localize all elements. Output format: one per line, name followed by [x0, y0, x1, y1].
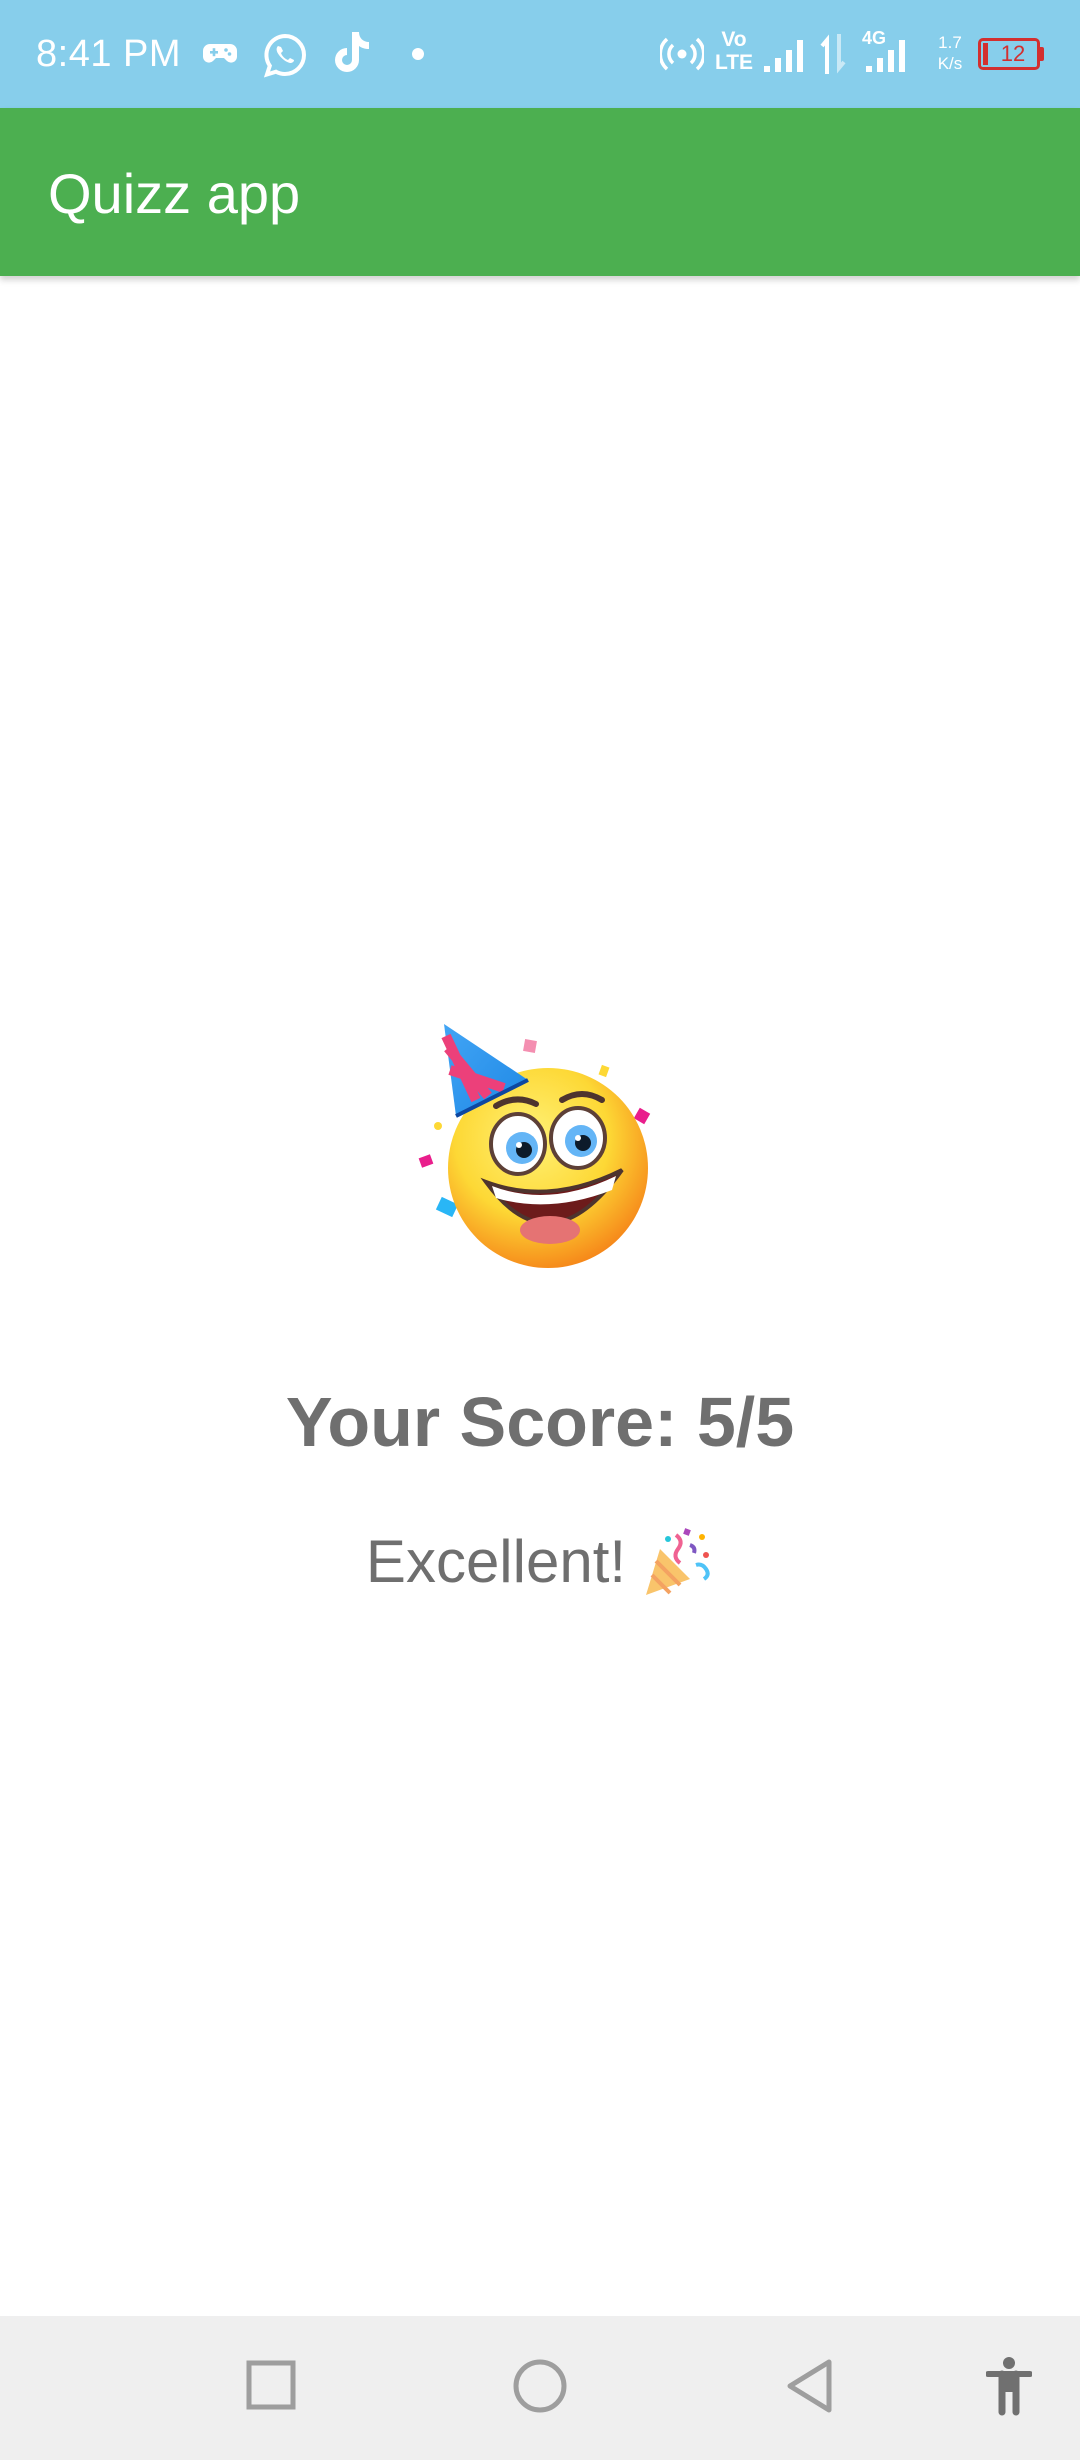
party-popper-icon — [646, 1528, 710, 1596]
result-message: Excellent! — [0, 1518, 1080, 1602]
recents-button[interactable] — [246, 2360, 296, 2410]
volte-icon: Vo LTE — [714, 28, 754, 78]
battery-icon: 12 — [978, 38, 1040, 70]
back-button[interactable] — [784, 2358, 834, 2414]
score-text: Your Score: 5/5 — [285, 1383, 795, 1461]
battery-level-fill — [983, 43, 988, 65]
app-bar: Quizz app — [0, 108, 1080, 276]
network-rate: 1.7 K/s — [928, 32, 972, 74]
party-smiley-emoji — [418, 1024, 651, 1268]
battery-level-label: 12 — [1000, 41, 1026, 66]
hotspot-icon — [660, 37, 704, 71]
network-rate-unit: K/s — [937, 54, 963, 73]
home-button[interactable] — [512, 2358, 568, 2414]
volte-bottom-label: LTE — [714, 51, 754, 74]
result-message-text: Excellent! — [365, 1528, 627, 1596]
data-arrows-icon — [820, 34, 846, 74]
volte-top-label: Vo — [721, 28, 747, 51]
gamepad-icon — [203, 44, 237, 63]
dot-icon — [412, 48, 424, 60]
signal-4g-icon — [866, 40, 905, 72]
status-bar: 8:41 PM Vo LTE 4G 1.7 K/s 12 — [0, 0, 1080, 108]
battery-cap — [1040, 47, 1044, 61]
tiktok-icon — [335, 32, 369, 72]
network-rate-value: 1.7 — [938, 33, 962, 52]
navigation-bar — [0, 2316, 1080, 2460]
result-screen — [0, 276, 1080, 2316]
status-time: 8:41 PM — [36, 33, 182, 75]
accessibility-button[interactable] — [986, 2356, 1032, 2416]
app-title: Quizz app — [48, 162, 301, 225]
whatsapp-icon — [263, 33, 306, 78]
signal-icon — [764, 40, 803, 72]
